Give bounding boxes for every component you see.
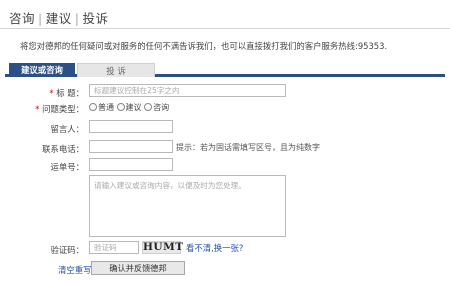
name-input[interactable]: [89, 120, 173, 133]
header-title: 咨询 | 建议 | 投诉: [9, 8, 108, 27]
captcha-label: 验证码：: [50, 245, 85, 255]
radio-inquiry[interactable]: [144, 103, 153, 111]
content-textarea[interactable]: 请输入建议或咨询内容，以便及时为您处理。: [89, 175, 286, 237]
title-label: * 标 题：: [26, 87, 84, 99]
title-input[interactable]: 标题建议控制在25字之内: [89, 84, 286, 97]
waybill-label: 运单号：: [50, 162, 85, 172]
captcha-input[interactable]: 验证码: [89, 241, 139, 254]
radio-normal[interactable]: [89, 103, 97, 111]
header-separator: |: [74, 11, 80, 26]
phone-input[interactable]: [89, 140, 173, 153]
refresh-captcha-link[interactable]: 看不清,换一张?: [186, 242, 243, 254]
header-link-complaint[interactable]: 投诉: [82, 11, 108, 26]
radio-suggest[interactable]: [116, 103, 125, 111]
tab-suggestion-inquiry[interactable]: 建议或咨询: [9, 63, 75, 77]
type-label: * 问题类型：: [26, 103, 84, 115]
service-notice: 将您对德邦的任何疑问或对服务的任何不满告诉我们，也可以直接拨打我们的客户服务热线…: [20, 41, 388, 51]
form-tab-bar: 建议或咨询 投 诉: [5, 63, 445, 77]
required-mark: *: [49, 88, 54, 98]
radio-normal-label: 普通: [98, 103, 114, 112]
tab-complaint[interactable]: 投 诉: [77, 63, 155, 77]
name-label: 留言人：: [50, 124, 85, 134]
header-link-suggest[interactable]: 建议: [46, 11, 72, 26]
phone-label: 联系电话：: [42, 144, 84, 154]
submit-button[interactable]: 确认并反馈德邦: [91, 261, 185, 275]
required-mark: *: [35, 104, 40, 114]
phone-hint: 提示：若为固话需填写区号，且为纯数字: [176, 143, 320, 152]
clear-form-link[interactable]: 清空重写: [58, 264, 92, 276]
type-radio-group: 普通 建议 咨询: [89, 102, 169, 113]
radio-suggest-label: 建议: [125, 103, 142, 112]
type-label-text: 问题类型：: [42, 104, 84, 114]
captcha-image[interactable]: HUMT: [142, 241, 183, 254]
radio-inquiry-label: 咨询: [153, 103, 170, 112]
header-link-advice[interactable]: 咨询: [9, 11, 35, 26]
header-separator: |: [38, 11, 43, 26]
waybill-input[interactable]: [89, 158, 173, 171]
title-label-text: 标 题：: [56, 88, 84, 98]
page-header: 咨询 | 建议 | 投诉: [0, 0, 450, 29]
